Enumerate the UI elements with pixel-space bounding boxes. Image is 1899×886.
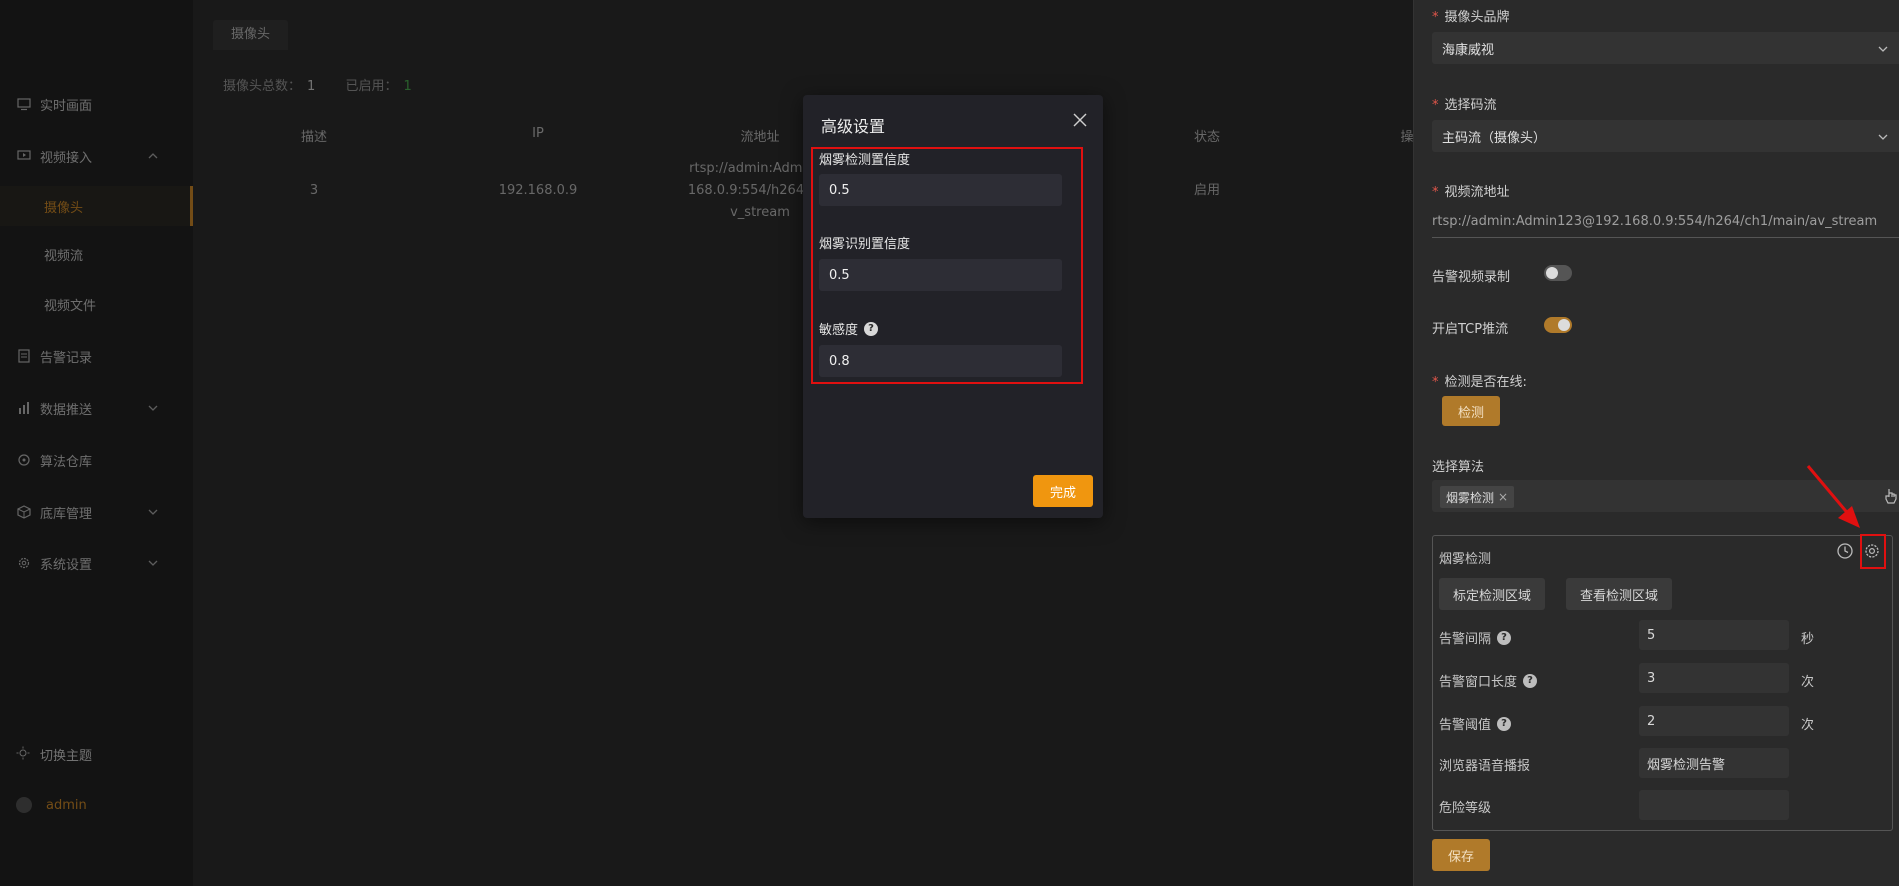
danger-level-input[interactable]	[1639, 790, 1789, 820]
alarm-threshold-input[interactable]: 2	[1639, 706, 1789, 736]
modal-overlay[interactable]	[0, 0, 1413, 886]
alarm-threshold-label: 告警阈值?	[1439, 714, 1512, 733]
help-icon[interactable]: ?	[1523, 673, 1538, 688]
view-area-button[interactable]: 查看检测区域	[1566, 578, 1673, 610]
toggle-knob	[1546, 267, 1558, 279]
camera-edit-drawer: * 摄像头品牌 海康威视 * 选择码流 主码流（摄像头） * 视频流地址 rtsp:/…	[1413, 0, 1899, 886]
toggle-knob	[1558, 319, 1570, 331]
unit-label: 次	[1801, 718, 1815, 733]
chevron-down-icon	[1877, 43, 1889, 53]
algorithm-config-card: 烟雾检测 标定检测区域 查看检测区域 告警间隔? 5 秒 告警窗口长度? 3 次…	[1432, 535, 1893, 831]
brand-value: 海康威视	[1442, 42, 1495, 58]
brand-select[interactable]: 海康威视	[1432, 32, 1899, 64]
pointer-hand-icon	[1884, 488, 1898, 508]
help-icon[interactable]: ?	[1497, 630, 1512, 645]
close-icon[interactable]: ×	[1498, 490, 1508, 504]
card-title: 烟雾检测	[1439, 552, 1492, 567]
label-text: 视频流地址	[1444, 185, 1510, 200]
algorithm-tag: 烟雾检测 ×	[1440, 486, 1515, 508]
save-button[interactable]: 保存	[1432, 839, 1490, 871]
calibrate-area-button[interactable]: 标定检测区域	[1439, 578, 1546, 610]
label-text: 告警阈值	[1439, 718, 1492, 733]
algorithm-label: 选择算法	[1432, 460, 1485, 475]
stream-type-select[interactable]: 主码流（摄像头）	[1432, 120, 1899, 152]
arrow-annotation	[1806, 465, 1860, 528]
label-text: 选择码流	[1444, 98, 1497, 113]
label-text: 摄像头品牌	[1444, 10, 1510, 25]
tag-label: 烟雾检测	[1446, 490, 1495, 505]
modal-title: 高级设置	[821, 117, 886, 136]
record-toggle[interactable]	[1544, 265, 1572, 281]
brand-label: * 摄像头品牌	[1432, 10, 1510, 25]
unit-label: 次	[1801, 675, 1815, 690]
alarm-interval-input[interactable]: 5	[1639, 620, 1789, 650]
highlight-box	[811, 147, 1083, 384]
chevron-down-icon	[1877, 131, 1889, 141]
label-text: 检测是否在线:	[1444, 375, 1527, 390]
alarm-interval-label: 告警间隔?	[1439, 628, 1512, 647]
label-text: 告警窗口长度	[1439, 675, 1518, 690]
check-online-button[interactable]: 检测	[1442, 396, 1500, 426]
stream-url-label: * 视频流地址	[1432, 185, 1510, 200]
stream-type-value: 主码流（摄像头）	[1442, 130, 1547, 146]
advanced-settings-modal: 高级设置 烟雾检测置信度 0.5 烟雾识别置信度 0.5 敏感度 ? 0.8 完…	[803, 95, 1103, 518]
done-button[interactable]: 完成	[1033, 475, 1093, 507]
unit-label: 秒	[1801, 632, 1815, 647]
voice-broadcast-input[interactable]: 烟雾检测告警	[1639, 748, 1789, 778]
stream-url-input[interactable]: rtsp://admin:Admin123@192.168.0.9:554/h2…	[1432, 210, 1899, 238]
danger-level-label: 危险等级	[1439, 801, 1492, 816]
alarm-window-label: 告警窗口长度?	[1439, 671, 1538, 690]
online-check-label: * 检测是否在线:	[1432, 375, 1527, 390]
record-label: 告警视频录制	[1432, 270, 1511, 285]
clock-icon[interactable]	[1836, 542, 1854, 564]
voice-broadcast-label: 浏览器语音播报	[1439, 759, 1531, 774]
stream-type-label: * 选择码流	[1432, 98, 1497, 113]
tcp-toggle[interactable]	[1544, 317, 1572, 333]
tcp-label: 开启TCP推流	[1432, 322, 1509, 337]
alarm-window-input[interactable]: 3	[1639, 663, 1789, 693]
label-text: 告警间隔	[1439, 632, 1492, 647]
close-icon[interactable]	[1071, 111, 1089, 129]
help-icon[interactable]: ?	[1497, 716, 1512, 731]
